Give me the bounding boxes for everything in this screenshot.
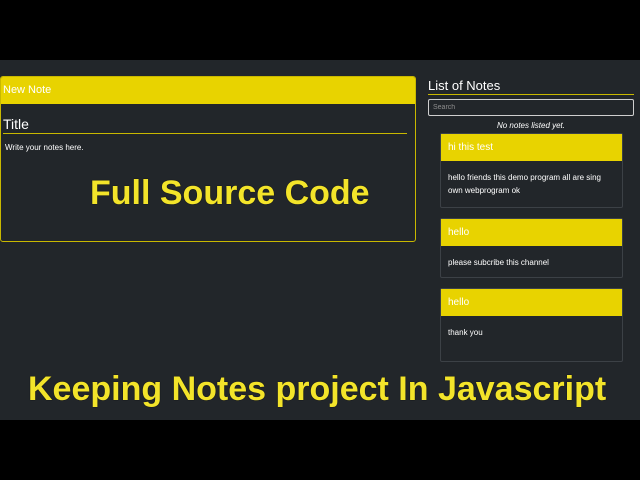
new-note-panel: New Note Title Write your notes here.: [0, 76, 416, 242]
note-card-body: hello friends this demo program all are …: [448, 173, 601, 195]
note-card[interactable]: hello please subcribe this channel: [440, 218, 623, 278]
note-card[interactable]: hi this test hello friends this demo pro…: [440, 133, 623, 208]
note-card-title: hello: [441, 289, 622, 316]
new-note-header: New Note: [1, 77, 415, 104]
letterbox-bottom: [0, 420, 640, 480]
note-card-body: thank you: [448, 328, 483, 337]
notes-list-panel: List of Notes No notes listed yet.: [428, 78, 636, 130]
overlay-caption-project-title: Keeping Notes project In Javascript: [28, 370, 607, 408]
note-title-field[interactable]: Title: [3, 116, 407, 134]
app-screen: New Note Title Write your notes here. Li…: [0, 60, 640, 420]
note-card-body: please subcribe this channel: [448, 258, 549, 267]
notes-list-title: List of Notes: [428, 78, 634, 95]
letterbox-top: [0, 0, 640, 60]
empty-notes-message: No notes listed yet.: [496, 121, 566, 130]
note-card[interactable]: hello thank you: [440, 288, 623, 362]
overlay-caption-source-code: Full Source Code: [90, 174, 370, 212]
search-input[interactable]: [428, 99, 634, 116]
note-card-title: hi this test: [441, 134, 622, 161]
note-card-title: hello: [441, 219, 622, 246]
note-body-field[interactable]: Write your notes here.: [5, 143, 415, 152]
